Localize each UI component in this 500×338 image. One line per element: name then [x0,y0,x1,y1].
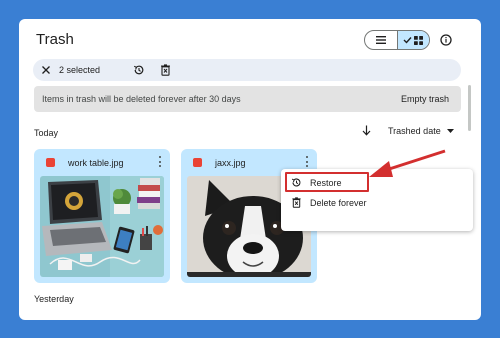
trash-window: Trash 2 selected Items in trash will be … [19,19,481,320]
more-options-icon[interactable] [306,156,309,167]
dropdown-caret-icon [447,129,454,133]
image-file-icon [46,158,55,167]
file-thumbnail [40,176,164,277]
file-name: work table.jpg [68,158,124,168]
section-yesterday: Yesterday [34,294,74,304]
more-options-icon[interactable] [159,156,162,167]
grid-view-button[interactable] [396,31,429,49]
list-view-button[interactable] [365,31,397,49]
annotation-highlight-box [285,172,369,192]
grid-icon [414,35,424,45]
file-card[interactable]: work table.jpg [34,149,170,283]
delete-forever-icon [292,197,301,208]
restore-icon[interactable] [133,64,145,76]
banner-message: Items in trash will be deleted forever a… [42,94,241,104]
scrollbar[interactable] [468,85,471,131]
selection-bar: 2 selected [33,59,461,81]
menu-item-delete-forever[interactable]: Delete forever [281,193,473,213]
delete-forever-icon[interactable] [160,64,171,76]
section-today: Today [34,128,59,138]
page-title: Trash [36,31,74,48]
file-name: jaxx.jpg [215,158,246,168]
check-icon [403,37,413,44]
info-button[interactable] [438,32,453,47]
view-toggle[interactable] [364,30,430,50]
close-icon[interactable] [41,65,51,75]
annotation-arrow-icon [369,149,446,177]
workspace-photo [40,176,164,277]
sort-label[interactable]: Trashed date [388,126,441,136]
menu-item-label: Delete forever [310,198,367,208]
list-icon [375,36,386,44]
empty-trash-button[interactable]: Empty trash [401,94,449,104]
info-icon [439,33,452,46]
arrow-down-icon[interactable] [362,125,371,136]
trash-info-banner: Items in trash will be deleted forever a… [34,86,461,112]
image-file-icon [193,158,202,167]
selected-count: 2 selected [59,65,101,75]
